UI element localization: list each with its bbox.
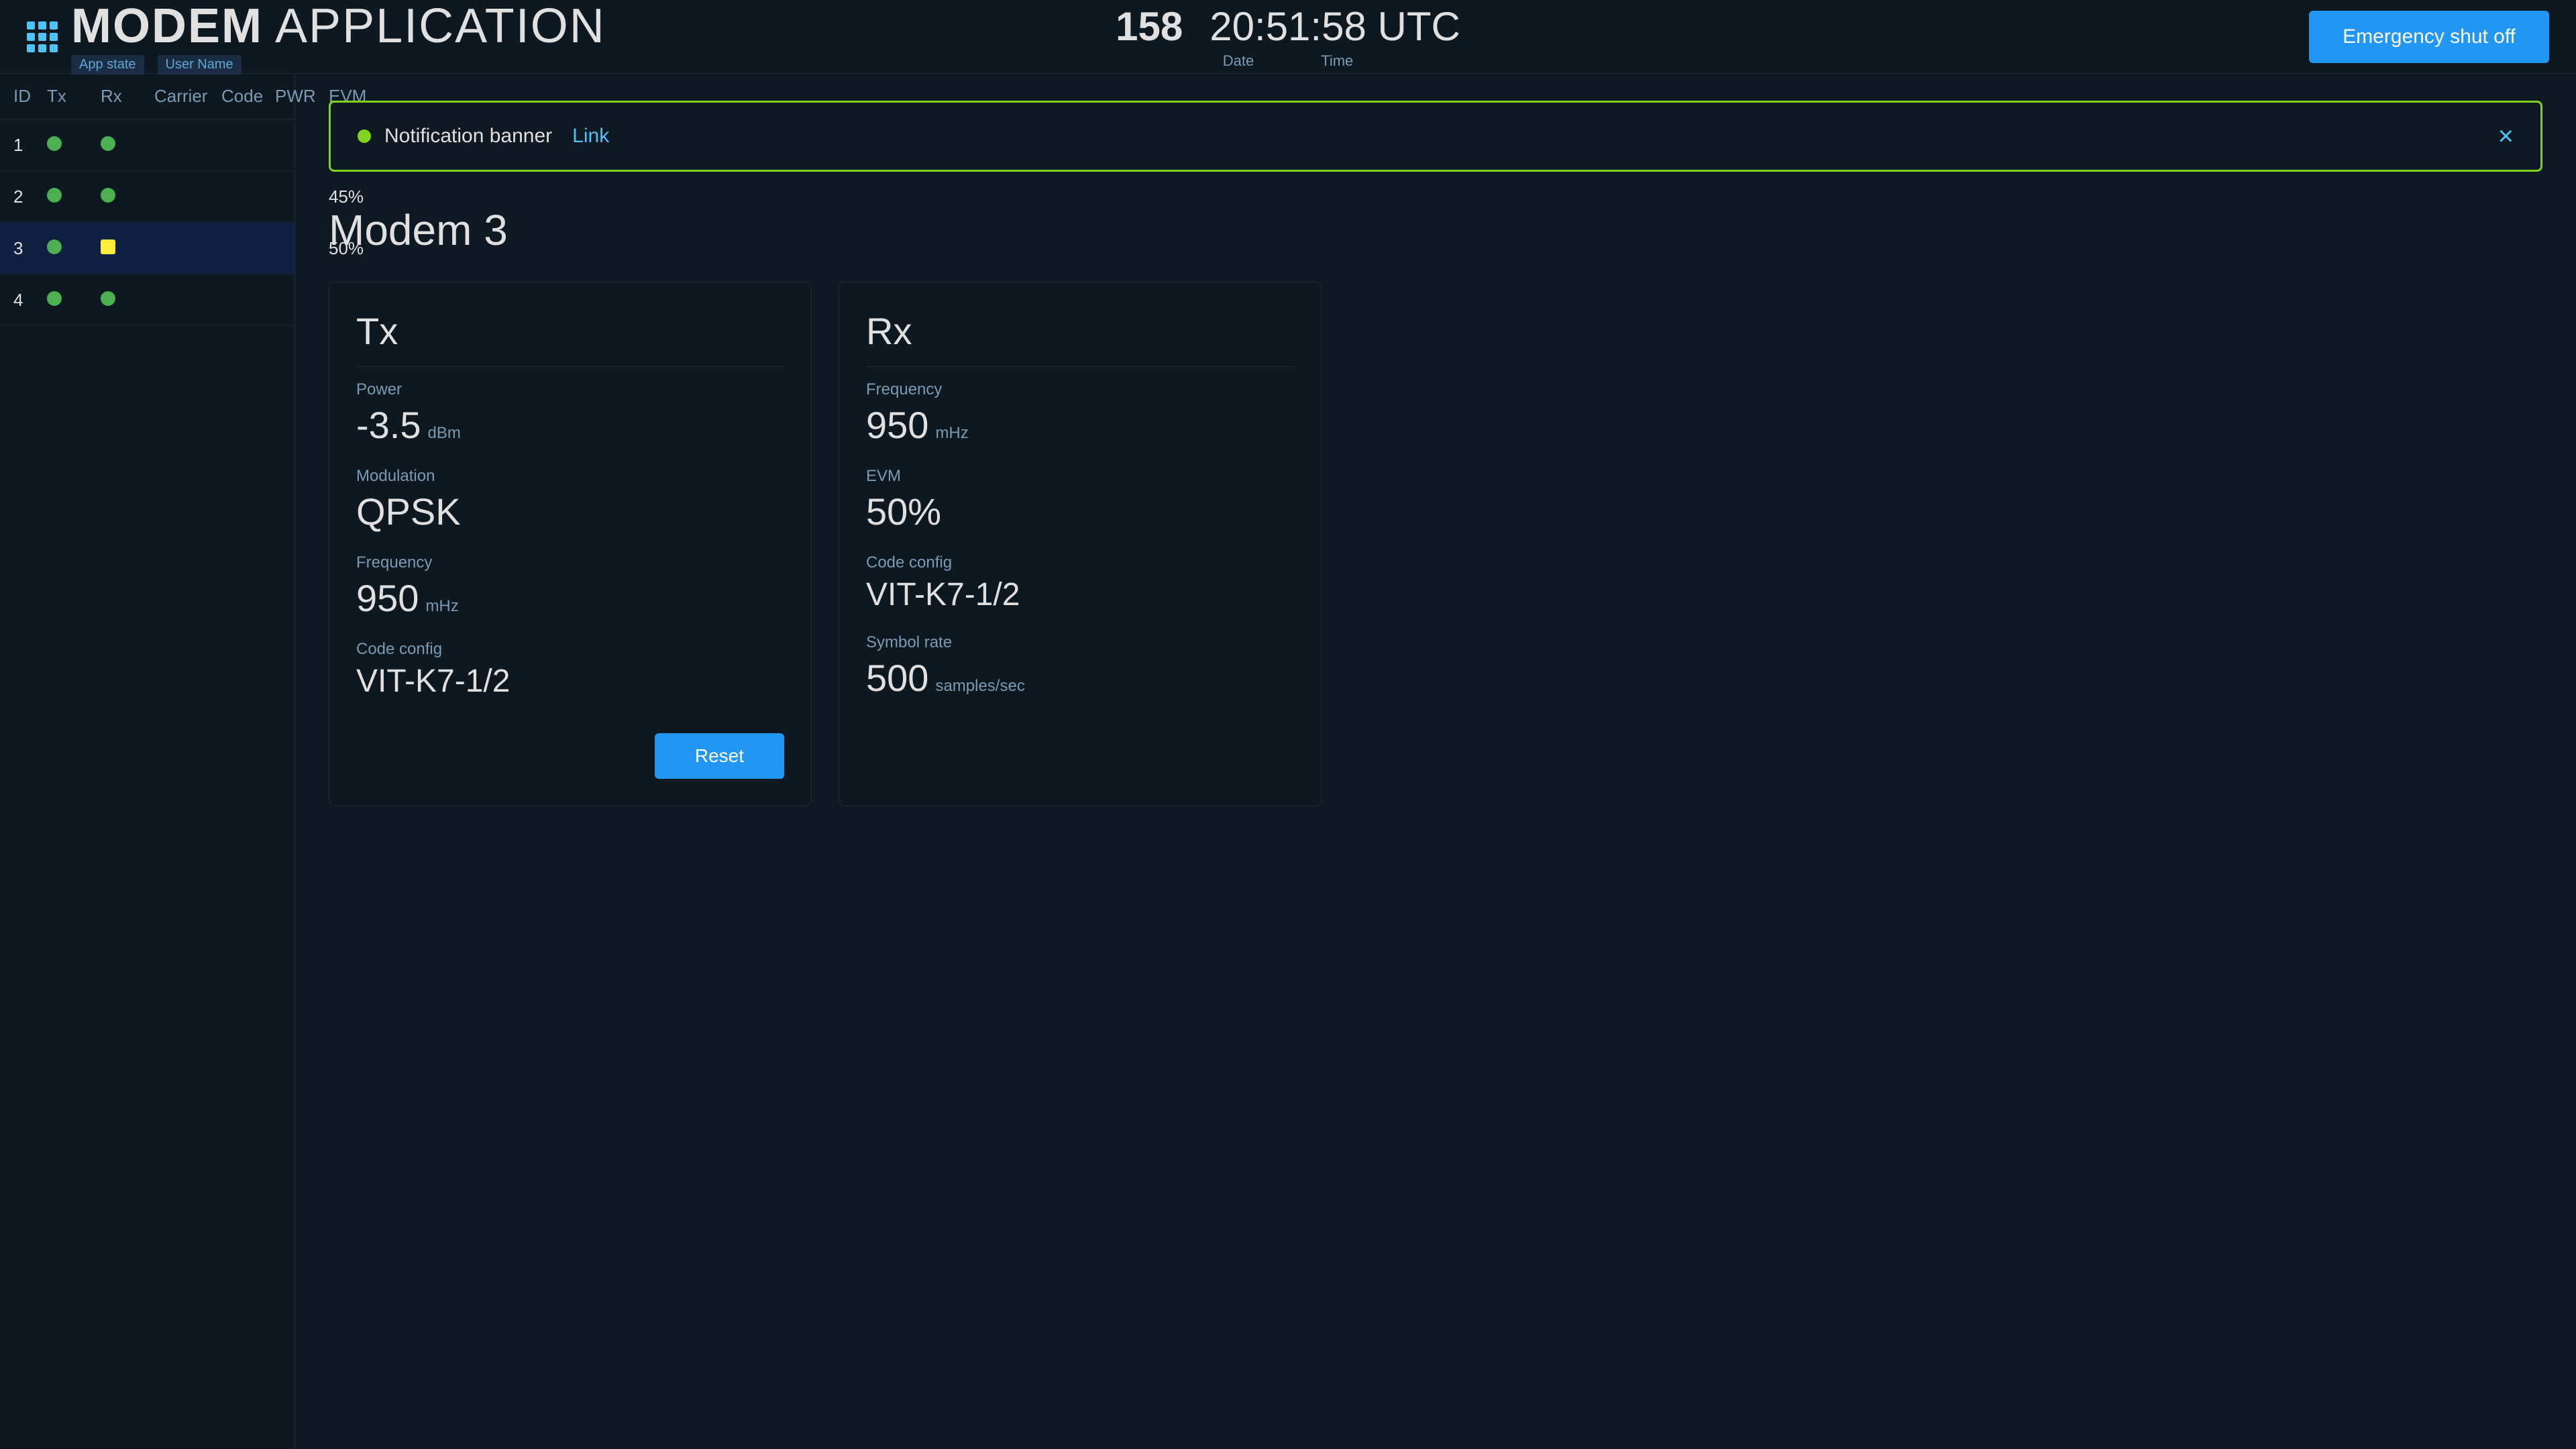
row4-tx bbox=[47, 289, 101, 311]
header-subtitle: App state User Name bbox=[71, 55, 606, 74]
app-title: MODEM APPLICATION bbox=[71, 0, 606, 54]
col-rx: Rx bbox=[101, 86, 154, 107]
reset-button[interactable]: Reset bbox=[655, 733, 784, 779]
rx-frequency-value: 950 mHz bbox=[866, 403, 1294, 447]
row3-tx bbox=[47, 237, 101, 259]
row3-id: 3 bbox=[13, 238, 47, 259]
row1-tx bbox=[47, 134, 101, 156]
tx-card: Tx Power -3.5 dBm Modulation QPSK Freque… bbox=[329, 282, 812, 806]
col-code: Code bbox=[221, 86, 275, 107]
time-label: Time bbox=[1321, 52, 1353, 70]
emergency-shut-off-button[interactable]: Emergency shut off bbox=[2309, 11, 2549, 63]
content-area: Notification banner Link × Modem 3 Tx Po… bbox=[295, 74, 2576, 1449]
tx-frequency-field: Frequency 950 mHz bbox=[356, 553, 784, 620]
table-row[interactable]: 4 22% bbox=[0, 274, 294, 326]
row2-tx bbox=[47, 186, 101, 207]
col-id: ID bbox=[13, 86, 47, 107]
tx-frequency-unit: mHz bbox=[425, 597, 458, 616]
row2-id: 2 bbox=[13, 186, 47, 207]
modem-title: Modem 3 bbox=[329, 205, 2542, 255]
tx-power-value: -3.5 dBm bbox=[356, 403, 784, 447]
notification-dot bbox=[358, 129, 371, 143]
tx-modulation-label: Modulation bbox=[356, 467, 784, 486]
header-time: 20:51:58 UTC bbox=[1210, 3, 1460, 50]
notification-banner: Notification banner Link × bbox=[329, 101, 2542, 172]
table-header: ID Tx Rx Carrier Code PWR EVM bbox=[0, 74, 294, 119]
tx-code-config-value: VIT-K7-1/2 bbox=[356, 663, 784, 700]
rx-frequency-label: Frequency bbox=[866, 380, 1294, 399]
user-name-badge: User Name bbox=[158, 55, 241, 74]
row1-id: 1 bbox=[13, 135, 47, 156]
notification-link[interactable]: Link bbox=[572, 125, 609, 148]
row2-rx bbox=[101, 186, 154, 207]
tx-card-title: Tx bbox=[356, 309, 784, 367]
header-labels: Date Time bbox=[1223, 52, 1354, 70]
app-state-badge: App state bbox=[71, 55, 144, 74]
rx-symbol-rate-value: 500 samples/sec bbox=[866, 656, 1294, 700]
rx-symbol-rate-unit: samples/sec bbox=[935, 677, 1024, 696]
sidebar: ID Tx Rx Carrier Code PWR EVM 1 50% 2 bbox=[0, 74, 295, 1449]
tx-frequency-value: 950 mHz bbox=[356, 576, 784, 620]
rx-card-title: Rx bbox=[866, 309, 1294, 367]
rx-code-config-label: Code config bbox=[866, 553, 1294, 572]
col-tx: Tx bbox=[47, 86, 101, 107]
grid-icon bbox=[27, 21, 58, 52]
tx-code-config-label: Code config bbox=[356, 640, 784, 659]
rx-evm-value: 50% bbox=[866, 490, 1294, 533]
header-center: 158 20:51:58 UTC Date Time bbox=[1116, 3, 1460, 70]
tx-modulation-value: QPSK bbox=[356, 490, 784, 533]
rx-frequency-unit: mHz bbox=[935, 424, 968, 443]
rx-frequency-field: Frequency 950 mHz bbox=[866, 380, 1294, 447]
tx-modulation-field: Modulation QPSK bbox=[356, 467, 784, 533]
tx-power-label: Power bbox=[356, 380, 784, 399]
modem-cards: Tx Power -3.5 dBm Modulation QPSK Freque… bbox=[329, 282, 2542, 806]
rx-evm-label: EVM bbox=[866, 467, 1294, 486]
table-row[interactable]: 2 45% bbox=[0, 171, 294, 223]
notification-text: Notification banner bbox=[384, 125, 552, 148]
col-carrier: Carrier bbox=[154, 86, 221, 107]
tx-frequency-label: Frequency bbox=[356, 553, 784, 572]
table-row[interactable]: 3 50% bbox=[0, 223, 294, 274]
logo-area: MODEM APPLICATION App state User Name bbox=[27, 0, 606, 74]
rx-code-config-field: Code config VIT-K7-1/2 bbox=[866, 553, 1294, 613]
row4-rx bbox=[101, 289, 154, 311]
date-label: Date bbox=[1223, 52, 1254, 70]
header: MODEM APPLICATION App state User Name 15… bbox=[0, 0, 2576, 74]
header-date: 158 bbox=[1116, 3, 1183, 50]
rx-card: Rx Frequency 950 mHz EVM 50% Code config… bbox=[839, 282, 1322, 806]
row4-id: 4 bbox=[13, 290, 47, 311]
rx-symbol-rate-label: Symbol rate bbox=[866, 633, 1294, 652]
tx-code-config-field: Code config VIT-K7-1/2 bbox=[356, 640, 784, 700]
row3-rx bbox=[101, 237, 154, 259]
tx-power-unit: dBm bbox=[428, 424, 461, 443]
tx-power-field: Power -3.5 dBm bbox=[356, 380, 784, 447]
rx-symbol-rate-field: Symbol rate 500 samples/sec bbox=[866, 633, 1294, 700]
table-row[interactable]: 1 50% bbox=[0, 119, 294, 171]
notification-left: Notification banner Link bbox=[358, 125, 609, 148]
rx-evm-field: EVM 50% bbox=[866, 467, 1294, 533]
rx-code-config-value: VIT-K7-1/2 bbox=[866, 576, 1294, 613]
main-layout: ID Tx Rx Carrier Code PWR EVM 1 50% 2 bbox=[0, 74, 2576, 1449]
notification-close-button[interactable]: × bbox=[2498, 123, 2514, 150]
row1-rx bbox=[101, 134, 154, 156]
